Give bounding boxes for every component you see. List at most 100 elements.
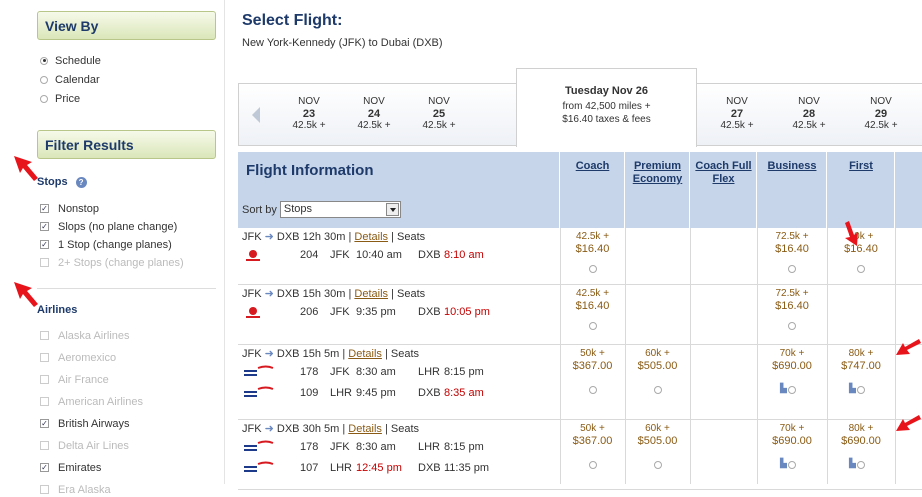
duration: 15h 30m bbox=[302, 288, 346, 300]
seats-link[interactable]: Seats bbox=[397, 288, 425, 300]
airline-filter-6[interactable]: ✓ Emirates bbox=[40, 460, 101, 475]
sort-select[interactable]: Stops bbox=[279, 201, 401, 218]
checkbox[interactable]: ✓ bbox=[40, 222, 49, 231]
flight-summary: JFK ➜ DXB 15h 30m | Details | Seats bbox=[242, 288, 426, 300]
price-coach[interactable]: 42.5k + $16.40 bbox=[560, 288, 625, 312]
column-header-2[interactable]: Coach Full Flex bbox=[690, 160, 757, 186]
fare-radio-button[interactable] bbox=[788, 322, 796, 330]
price-coach[interactable]: 42.5k + $16.40 bbox=[560, 231, 625, 255]
stops-title: Stops bbox=[37, 176, 68, 188]
fare-radio-button[interactable] bbox=[788, 265, 796, 273]
column-header-1[interactable]: Premium Economy bbox=[625, 160, 690, 186]
view-option-price[interactable]: Price bbox=[40, 91, 80, 106]
price-taxes: $16.40 bbox=[775, 300, 809, 312]
price-premium[interactable]: 60k + $505.00 bbox=[625, 423, 690, 447]
details-link[interactable]: Details bbox=[354, 231, 388, 243]
fare-radio-button[interactable] bbox=[857, 386, 865, 394]
airline-filter-label: Aeromexico bbox=[58, 351, 117, 364]
fare-radio-button[interactable] bbox=[788, 386, 796, 394]
details-link[interactable]: Details bbox=[354, 288, 388, 300]
chevron-down-icon[interactable] bbox=[385, 203, 399, 216]
fare-radio-button[interactable] bbox=[788, 461, 796, 469]
flight-leg: 109 LHR 9:45 pm DXB 8:35 am bbox=[300, 387, 484, 399]
view-option-calendar[interactable]: Calendar bbox=[40, 72, 100, 87]
fare-radio-button[interactable] bbox=[857, 461, 865, 469]
checkbox[interactable]: ✓ bbox=[40, 240, 49, 249]
selected-date-tab[interactable]: Tuesday Nov 26 from 42,500 miles + $16.4… bbox=[516, 68, 697, 147]
price-coach[interactable]: 50k + $367.00 bbox=[560, 423, 625, 447]
column-divider bbox=[560, 228, 561, 484]
date-cell-25[interactable]: NOV 25 42.5k + bbox=[409, 96, 469, 132]
stops-filter-2[interactable]: ✓ 1 Stop (change planes) bbox=[40, 237, 172, 252]
stops-filter-0[interactable]: ✓ Nonstop bbox=[40, 201, 99, 216]
date-month: NOV bbox=[798, 96, 820, 107]
price-business[interactable]: 70k + $690.00 bbox=[757, 423, 827, 447]
price-taxes: $690.00 bbox=[772, 435, 812, 447]
price-business[interactable]: 72.5k + $16.40 bbox=[757, 231, 827, 255]
radio-button[interactable] bbox=[40, 94, 48, 103]
flight-info-header: Flight Information Sort by Stops bbox=[238, 152, 560, 228]
date-cell-23[interactable]: NOV 23 42.5k + bbox=[279, 96, 339, 132]
column-header-3[interactable]: Business bbox=[757, 160, 827, 173]
price-first[interactable]: 80k + $690.00 bbox=[827, 423, 895, 447]
price-business[interactable]: 72.5k + $16.40 bbox=[757, 288, 827, 312]
fare-radio-button[interactable] bbox=[588, 265, 597, 273]
red-arrow-row3-icon bbox=[896, 339, 921, 355]
fare-radio-button[interactable] bbox=[588, 386, 597, 394]
view-option-label: Price bbox=[55, 92, 81, 105]
column-header-4[interactable]: First bbox=[827, 160, 895, 173]
flight-summary: JFK ➜ DXB 15h 5m | Details | Seats bbox=[242, 348, 420, 360]
sort-by: Sort by Stops bbox=[242, 201, 401, 218]
leg-departure: 8:30 am bbox=[356, 366, 396, 378]
date-month: NOV bbox=[870, 96, 892, 107]
price-miles: 80k + bbox=[848, 423, 874, 434]
flight-summary: JFK ➜ DXB 12h 30m | Details | Seats bbox=[242, 231, 426, 243]
leg-from: LHR bbox=[330, 462, 353, 474]
details-link[interactable]: Details bbox=[348, 423, 382, 435]
fare-radio-button[interactable] bbox=[653, 386, 662, 394]
radio-button[interactable] bbox=[40, 56, 48, 65]
leg-from: JFK bbox=[330, 441, 350, 453]
date-cell-27[interactable]: NOV 27 42.5k + bbox=[707, 96, 767, 132]
fare-radio-button[interactable] bbox=[588, 322, 597, 330]
details-link[interactable]: Details bbox=[348, 348, 382, 360]
price-coach[interactable]: 50k + $367.00 bbox=[560, 348, 625, 372]
duration: 15h 5m bbox=[302, 348, 340, 360]
column-header-5[interactable]: F bbox=[895, 160, 922, 173]
leg-arrival: 8:15 pm bbox=[444, 366, 484, 378]
fare-radio-button[interactable] bbox=[857, 265, 865, 273]
airline-filter-2: Air France bbox=[40, 372, 109, 387]
checkbox[interactable]: ✓ bbox=[40, 419, 49, 428]
leg-from: JFK bbox=[330, 249, 350, 261]
date-cell-29[interactable]: NOV 29 42.5k + bbox=[851, 96, 911, 132]
date-cell-24[interactable]: NOV 24 42.5k + bbox=[344, 96, 404, 132]
date-cell-28[interactable]: NOV 28 42.5k + bbox=[779, 96, 839, 132]
price-taxes: $505.00 bbox=[637, 435, 678, 447]
flight-info-title: Flight Information bbox=[246, 162, 374, 179]
fare-radio-button[interactable] bbox=[588, 461, 597, 469]
seats-link[interactable]: Seats bbox=[391, 348, 419, 360]
checkbox[interactable]: ✓ bbox=[40, 204, 49, 213]
price-business[interactable]: 70k + $690.00 bbox=[757, 348, 827, 372]
help-icon[interactable]: ? bbox=[75, 176, 87, 188]
prev-dates-arrow-icon[interactable] bbox=[239, 84, 275, 145]
view-option-label: Schedule bbox=[55, 54, 101, 67]
flight-leg: 178 JFK 8:30 am LHR 8:15 pm bbox=[300, 441, 484, 453]
route-dest: DXB bbox=[276, 423, 300, 435]
date-day: 25 bbox=[432, 108, 446, 120]
view-option-schedule[interactable]: Schedule bbox=[40, 53, 101, 68]
stops-filter-label: Nonstop bbox=[58, 202, 99, 215]
checkbox bbox=[40, 441, 49, 450]
seats-link[interactable]: Seats bbox=[391, 423, 419, 435]
column-header-0[interactable]: Coach bbox=[560, 160, 625, 173]
fare-radio-button[interactable] bbox=[653, 461, 662, 469]
radio-button[interactable] bbox=[40, 75, 48, 84]
leg-departure: 8:30 am bbox=[356, 441, 396, 453]
price-premium[interactable]: 60k + $505.00 bbox=[625, 348, 690, 372]
price-first[interactable]: 80k + $747.00 bbox=[827, 348, 895, 372]
checkbox[interactable]: ✓ bbox=[40, 463, 49, 472]
stops-filter-1[interactable]: ✓ Slops (no plane change) bbox=[40, 219, 177, 234]
airline-filter-4[interactable]: ✓ British Airways bbox=[40, 416, 130, 431]
stops-filter-label: Slops (no plane change) bbox=[58, 220, 178, 233]
seats-link[interactable]: Seats bbox=[397, 231, 425, 243]
